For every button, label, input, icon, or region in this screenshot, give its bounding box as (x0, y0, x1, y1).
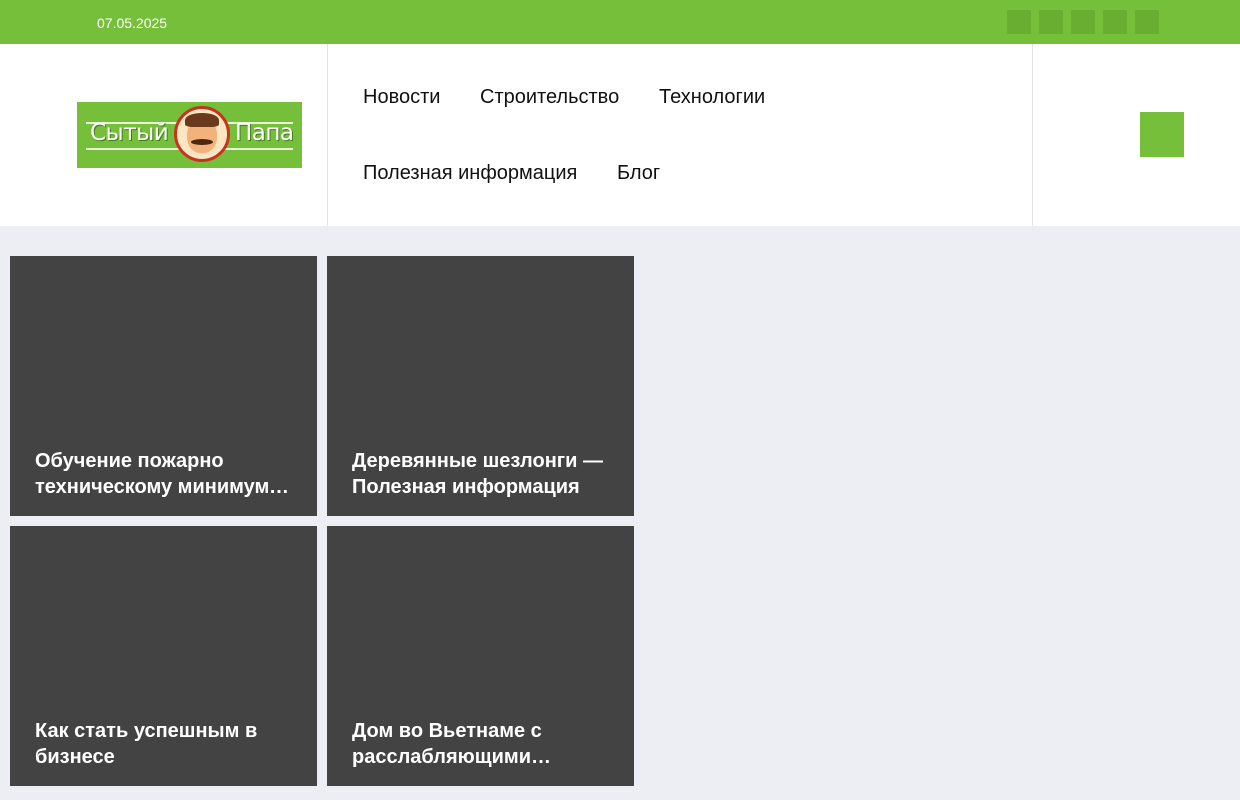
logo-word-left: Сытый (90, 120, 169, 146)
article-title[interactable]: Обучение пожарно техническому минимуму в… (35, 448, 295, 500)
article-card[interactable]: Деревянные шезлонги — Полезная информаци… (327, 256, 634, 516)
nav-item-news[interactable]: Новости (363, 85, 440, 109)
article-card[interactable]: Как стать успешным в бизнесе (10, 526, 317, 786)
header-divider-right (1032, 44, 1033, 226)
site-logo[interactable]: Сытый Папа (77, 102, 302, 168)
social-icon-5[interactable] (1135, 10, 1159, 34)
article-card[interactable]: Обучение пожарно техническому минимуму в… (10, 256, 317, 516)
social-icon-1[interactable] (1007, 10, 1031, 34)
social-icon-4[interactable] (1103, 10, 1127, 34)
nav-item-construction[interactable]: Строительство (480, 85, 619, 109)
nav-item-useful-info[interactable]: Полезная информация (363, 161, 577, 185)
search-icon[interactable] (1140, 112, 1184, 157)
nav-item-blog[interactable]: Блог (617, 161, 660, 185)
article-title[interactable]: Как стать успешным в бизнесе (35, 718, 295, 770)
article-title[interactable]: Деревянные шезлонги — Полезная информаци… (352, 448, 612, 500)
header-divider-left (327, 44, 328, 226)
article-title[interactable]: Дом во Вьетнаме с расслабляющими видами (352, 718, 612, 770)
current-date: 07.05.2025 (97, 15, 168, 31)
logo-word-right: Папа (235, 120, 294, 146)
logo-mascot-icon (174, 106, 230, 162)
social-icon-3[interactable] (1071, 10, 1095, 34)
nav-item-technology[interactable]: Технологии (659, 85, 765, 109)
top-bar: 07.05.2025 (0, 0, 1240, 44)
site-header: Сытый Папа Новости Строительство Техноло… (0, 44, 1240, 226)
article-card[interactable]: Дом во Вьетнаме с расслабляющими видами (327, 526, 634, 786)
social-links (1007, 10, 1159, 34)
social-icon-2[interactable] (1039, 10, 1063, 34)
